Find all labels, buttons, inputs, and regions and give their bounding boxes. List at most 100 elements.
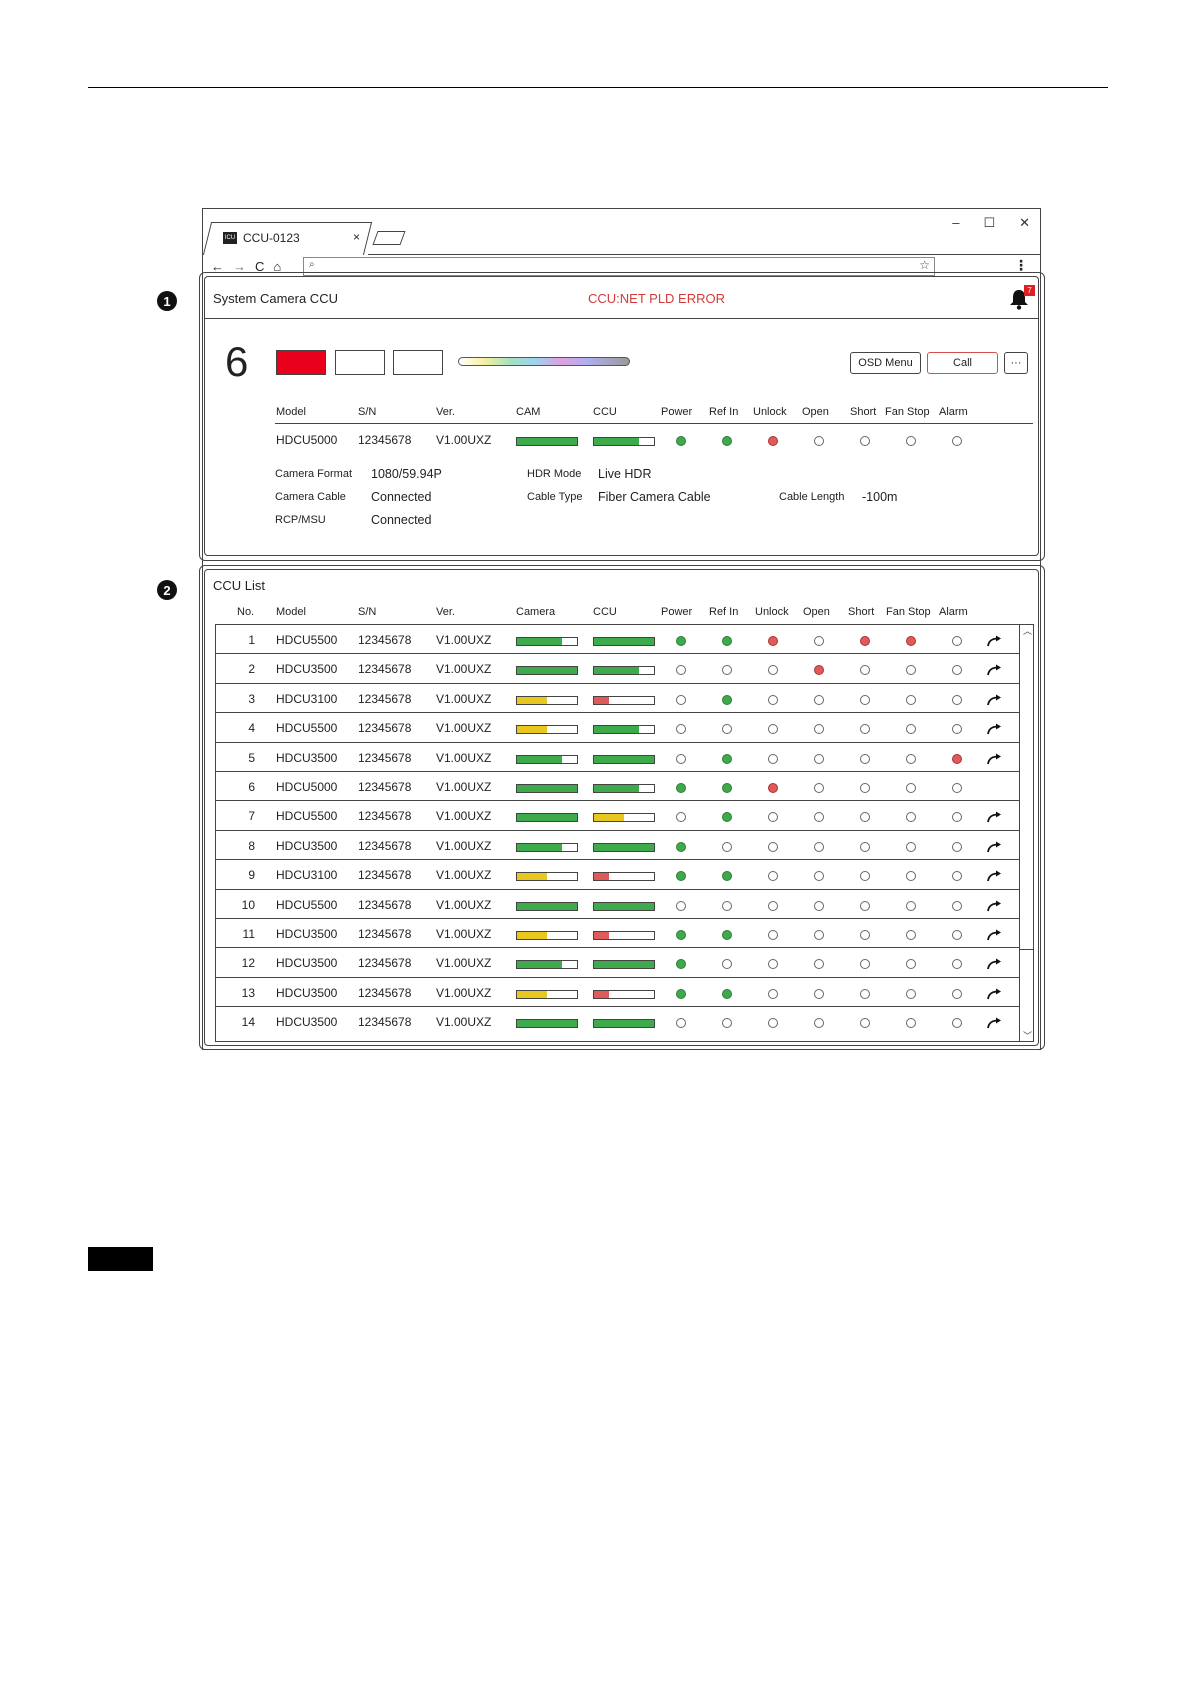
status-box-3[interactable] bbox=[393, 350, 443, 375]
scroll-up-icon[interactable]: ︿ bbox=[1023, 624, 1032, 637]
row-camera-bar-fill bbox=[517, 785, 577, 792]
new-tab-button[interactable] bbox=[372, 231, 406, 245]
camera-cable-value: Connected bbox=[371, 490, 432, 504]
detail-status-short bbox=[860, 436, 870, 446]
row-status-ref-in bbox=[722, 636, 732, 646]
list-scrollbar[interactable]: ︿ ﹀ bbox=[1019, 624, 1034, 1042]
row-ccu-bar-fill bbox=[594, 785, 639, 792]
bookmark-star-icon[interactable]: ☆ bbox=[919, 258, 930, 272]
row-ccu-bar bbox=[593, 695, 655, 705]
detail-col-ref-in: Ref In bbox=[709, 406, 739, 418]
rcp-msu-value: Connected bbox=[371, 513, 432, 527]
maximize-icon[interactable]: ☐ bbox=[983, 215, 995, 231]
share-icon[interactable] bbox=[987, 664, 1003, 676]
osd-menu-button[interactable]: OSD Menu bbox=[850, 352, 921, 374]
tab-close-icon[interactable]: × bbox=[353, 230, 360, 244]
row-ccu-bar bbox=[593, 1019, 655, 1029]
row-status-ref-in bbox=[722, 841, 732, 852]
share-icon[interactable] bbox=[987, 841, 1003, 853]
share-icon[interactable] bbox=[987, 988, 1003, 1000]
row-number: 10 bbox=[241, 897, 255, 912]
scroll-thumb[interactable] bbox=[1020, 638, 1034, 950]
row-ver: V1.00UXZ bbox=[436, 1015, 492, 1030]
row-status-fan-stop bbox=[906, 900, 916, 911]
row-camera-bar bbox=[516, 813, 578, 823]
row-sn: 12345678 bbox=[358, 985, 412, 1000]
list-col-open: Open bbox=[803, 606, 830, 618]
camera-format-label: Camera Format bbox=[275, 468, 353, 480]
row-camera-bar bbox=[516, 960, 578, 970]
share-icon[interactable] bbox=[987, 635, 1003, 647]
row-status-short bbox=[860, 841, 870, 852]
status-box-1[interactable] bbox=[276, 350, 326, 375]
detail-ccu-bar-fill bbox=[594, 438, 639, 445]
scroll-down-icon[interactable]: ﹀ bbox=[1023, 1029, 1032, 1042]
row-status-power bbox=[676, 841, 686, 852]
share-icon[interactable] bbox=[987, 958, 1003, 970]
window-close-icon[interactable]: ✕ bbox=[1019, 215, 1030, 231]
row-status-power bbox=[676, 900, 686, 911]
minimize-icon[interactable]: – bbox=[952, 215, 959, 231]
row-camera-bar bbox=[516, 842, 578, 852]
row-status-power bbox=[676, 988, 686, 999]
row-model: HDCU3100 bbox=[276, 868, 338, 883]
row-model: HDCU3500 bbox=[276, 662, 338, 677]
row-ccu-bar bbox=[593, 754, 655, 764]
cable-length-label: Cable Length bbox=[779, 491, 845, 503]
row-status-short bbox=[860, 988, 870, 999]
row-ver: V1.00UXZ bbox=[436, 750, 492, 765]
list-col-ver: Ver. bbox=[436, 606, 455, 618]
share-icon[interactable] bbox=[987, 694, 1003, 706]
row-status-power bbox=[676, 694, 686, 705]
notification-button[interactable]: 7 bbox=[1009, 285, 1035, 310]
row-sn: 12345678 bbox=[358, 1015, 412, 1030]
detail-col-fan-stop: Fan Stop bbox=[885, 406, 930, 418]
row-ccu-bar bbox=[593, 637, 655, 646]
row-status-open bbox=[814, 783, 824, 793]
detail-ccu-bar bbox=[593, 437, 655, 446]
notification-badge: 7 bbox=[1024, 285, 1035, 296]
row-camera-bar bbox=[516, 725, 578, 735]
row-status-alarm bbox=[952, 753, 962, 764]
row-ccu-bar-fill bbox=[594, 755, 654, 763]
row-sn: 12345678 bbox=[358, 721, 412, 736]
row-sn: 12345678 bbox=[358, 662, 412, 677]
call-button[interactable]: Call bbox=[927, 352, 998, 374]
row-status-unlock bbox=[768, 694, 778, 705]
row-number: 5 bbox=[248, 750, 255, 765]
detail-status-open bbox=[814, 436, 824, 446]
row-status-short bbox=[860, 900, 870, 911]
row-number: 4 bbox=[248, 721, 255, 736]
row-status-unlock bbox=[768, 988, 778, 999]
page-top-rule bbox=[88, 87, 1108, 88]
row-camera-bar-fill bbox=[517, 961, 562, 969]
row-model: HDCU3100 bbox=[276, 691, 338, 706]
row-camera-bar bbox=[516, 637, 578, 646]
list-col-unlock: Unlock bbox=[755, 606, 789, 618]
rcp-msu-label: RCP/MSU bbox=[275, 514, 326, 526]
row-sn: 12345678 bbox=[358, 809, 412, 824]
row-ccu-bar-fill bbox=[594, 902, 654, 910]
search-icon: ⌕ bbox=[309, 259, 315, 270]
row-status-unlock bbox=[768, 753, 778, 764]
list-col-ccu: CCU bbox=[593, 606, 617, 618]
share-icon[interactable] bbox=[987, 723, 1003, 735]
row-status-ref-in bbox=[722, 988, 732, 999]
tab-title: CCU-0123 bbox=[243, 231, 300, 245]
row-number: 2 bbox=[248, 662, 255, 677]
share-icon[interactable] bbox=[987, 1017, 1003, 1029]
share-icon[interactable] bbox=[987, 929, 1003, 941]
list-col-fan-stop: Fan Stop bbox=[886, 606, 931, 618]
share-icon[interactable] bbox=[987, 870, 1003, 882]
row-status-fan-stop bbox=[906, 930, 916, 940]
camera-cable-label: Camera Cable bbox=[275, 491, 346, 503]
row-status-fan-stop bbox=[906, 841, 916, 852]
row-status-ref-in bbox=[722, 783, 732, 793]
share-icon[interactable] bbox=[987, 753, 1003, 765]
row-ccu-bar-fill bbox=[594, 638, 654, 645]
more-button[interactable]: ··· bbox=[1004, 352, 1028, 374]
status-box-2[interactable] bbox=[335, 350, 385, 375]
share-icon[interactable] bbox=[987, 811, 1003, 823]
detail-col-model: Model bbox=[276, 406, 306, 418]
share-icon[interactable] bbox=[987, 900, 1003, 912]
